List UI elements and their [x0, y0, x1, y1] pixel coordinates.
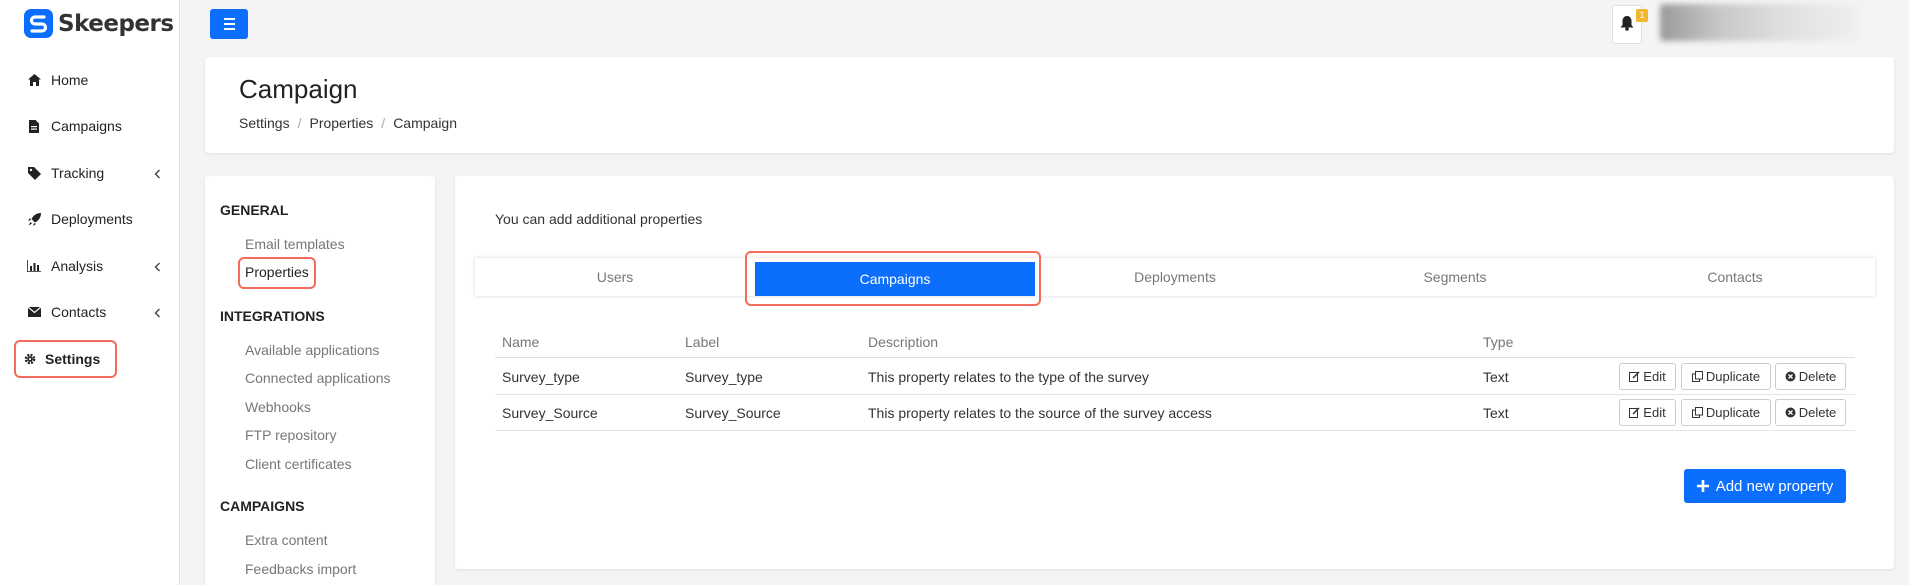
- duplicate-button-label: Duplicate: [1705, 405, 1761, 420]
- intro-text: You can add additional properties: [495, 211, 703, 227]
- duplicate-button[interactable]: Duplicate: [1681, 399, 1771, 426]
- bell-icon: [1620, 15, 1634, 34]
- sidebar-item-contacts[interactable]: Contacts: [0, 296, 180, 328]
- property-type-tabs: Users Campaigns Deployments Segments Con…: [475, 258, 1875, 296]
- plus-icon: [1696, 480, 1709, 492]
- edit-button-label: Edit: [1643, 405, 1666, 420]
- sidebar-item-label: Deployments: [51, 211, 133, 227]
- duplicate-button[interactable]: Duplicate: [1681, 363, 1771, 390]
- menu-item-email-templates[interactable]: Email templates: [245, 236, 345, 252]
- column-header-description: Description: [868, 334, 939, 350]
- table-row: Survey_type Survey_type This property re…: [495, 359, 1855, 395]
- column-header-label: Label: [685, 334, 720, 350]
- menu-item-ftp-repository[interactable]: FTP repository: [245, 427, 337, 443]
- breadcrumb-settings[interactable]: Settings: [239, 115, 290, 131]
- home-icon: [27, 73, 41, 87]
- hamburger-icon-line: [223, 23, 235, 25]
- menu-item-feedbacks-import[interactable]: Feedbacks import: [245, 561, 356, 577]
- tab-segments[interactable]: Segments: [1315, 258, 1595, 296]
- section-heading-campaigns: CAMPAIGNS: [220, 498, 305, 514]
- properties-highlight-box: [238, 257, 316, 289]
- cell-description: This property relates to the type of the…: [868, 369, 1149, 385]
- table-row: Survey_Source Survey_Source This propert…: [495, 395, 1855, 431]
- campaigns-tab-highlight-box: [745, 251, 1041, 306]
- page-header: Campaign Settings / Properties / Campaig…: [205, 57, 1894, 153]
- edit-button[interactable]: Edit: [1619, 399, 1676, 426]
- delete-button[interactable]: Delete: [1775, 399, 1846, 426]
- skeepers-logo-icon: [24, 9, 53, 38]
- user-profile-blurred[interactable]: [1660, 4, 1860, 41]
- cell-name: Survey_Source: [502, 405, 598, 421]
- delete-button-label: Delete: [1798, 369, 1837, 384]
- hamburger-icon: [223, 18, 235, 20]
- edit-button[interactable]: Edit: [1619, 363, 1676, 390]
- tag-icon: [27, 166, 41, 180]
- times-circle-icon: [1785, 371, 1796, 382]
- brand-name: Skeepers: [58, 10, 174, 37]
- sidebar-item-label: Contacts: [51, 304, 107, 320]
- edit-button-label: Edit: [1643, 369, 1666, 384]
- sidebar-item-label: Tracking: [51, 165, 105, 181]
- sidebar-item-label: Campaigns: [51, 118, 122, 134]
- add-new-property-label: Add new property: [1715, 477, 1834, 495]
- bar-chart-icon: [27, 259, 41, 273]
- menu-item-extra-content[interactable]: Extra content: [245, 532, 328, 548]
- cell-description: This property relates to the source of t…: [868, 405, 1212, 421]
- notification-badge: 1: [1636, 9, 1648, 22]
- rocket-icon: [27, 212, 41, 226]
- breadcrumb-separator: /: [297, 115, 302, 131]
- hamburger-icon-line: [223, 28, 235, 30]
- properties-panel: You can add additional properties Users …: [455, 176, 1894, 569]
- chevron-left-icon: [154, 166, 161, 182]
- page-title: Campaign: [239, 74, 358, 104]
- tab-deployments[interactable]: Deployments: [1035, 258, 1315, 296]
- menu-toggle-button[interactable]: [210, 9, 248, 39]
- table-header: Name Label Description Type: [495, 334, 1855, 358]
- copy-icon: [1691, 407, 1703, 418]
- sidebar-item-home[interactable]: Home: [0, 64, 180, 96]
- delete-button[interactable]: Delete: [1775, 363, 1846, 390]
- notifications-button[interactable]: 1: [1612, 5, 1648, 44]
- tab-users[interactable]: Users: [475, 258, 755, 296]
- breadcrumb-campaign: Campaign: [393, 115, 458, 131]
- delete-button-label: Delete: [1798, 405, 1837, 420]
- file-icon: [27, 119, 41, 133]
- sidebar-item-campaigns[interactable]: Campaigns: [0, 110, 180, 142]
- sidebar-item-deployments[interactable]: Deployments: [0, 203, 180, 235]
- column-header-type: Type: [1483, 334, 1514, 350]
- duplicate-button-label: Duplicate: [1705, 369, 1761, 384]
- chevron-left-icon: [154, 305, 161, 321]
- menu-item-connected-applications[interactable]: Connected applications: [245, 370, 391, 386]
- column-header-name: Name: [502, 334, 540, 350]
- menu-item-client-certificates[interactable]: Client certificates: [245, 456, 352, 472]
- tab-contacts[interactable]: Contacts: [1595, 258, 1875, 296]
- cell-name: Survey_type: [502, 369, 580, 385]
- cell-type: Text: [1483, 405, 1509, 421]
- edit-icon: [1629, 371, 1640, 382]
- edit-icon: [1629, 407, 1640, 418]
- sidebar-item-analysis[interactable]: Analysis: [0, 250, 180, 282]
- breadcrumb-properties[interactable]: Properties: [309, 115, 373, 131]
- settings-menu: GENERAL Email templates Properties INTEG…: [205, 176, 435, 585]
- section-heading-general: GENERAL: [220, 202, 289, 218]
- cell-label: Survey_Source: [685, 405, 781, 421]
- breadcrumb: Settings / Properties / Campaign: [239, 115, 457, 131]
- sidebar: Skeepers Home Campaigns Tracking Deploym…: [0, 0, 180, 585]
- chevron-left-icon: [154, 259, 161, 275]
- menu-item-webhooks[interactable]: Webhooks: [245, 399, 311, 415]
- menu-item-available-applications[interactable]: Available applications: [245, 342, 379, 358]
- sidebar-item-label: Home: [51, 72, 89, 88]
- settings-highlight-box: [14, 340, 117, 378]
- sidebar-item-label: Analysis: [51, 258, 104, 274]
- times-circle-icon: [1785, 407, 1796, 418]
- envelope-icon: [27, 305, 41, 319]
- brand-logo[interactable]: Skeepers: [24, 9, 174, 38]
- cell-label: Survey_type: [685, 369, 763, 385]
- cell-type: Text: [1483, 369, 1509, 385]
- sidebar-item-tracking[interactable]: Tracking: [0, 157, 180, 189]
- add-new-property-button[interactable]: Add new property: [1684, 469, 1846, 503]
- section-heading-integrations: INTEGRATIONS: [220, 308, 325, 324]
- copy-icon: [1691, 371, 1703, 382]
- breadcrumb-separator: /: [381, 115, 386, 131]
